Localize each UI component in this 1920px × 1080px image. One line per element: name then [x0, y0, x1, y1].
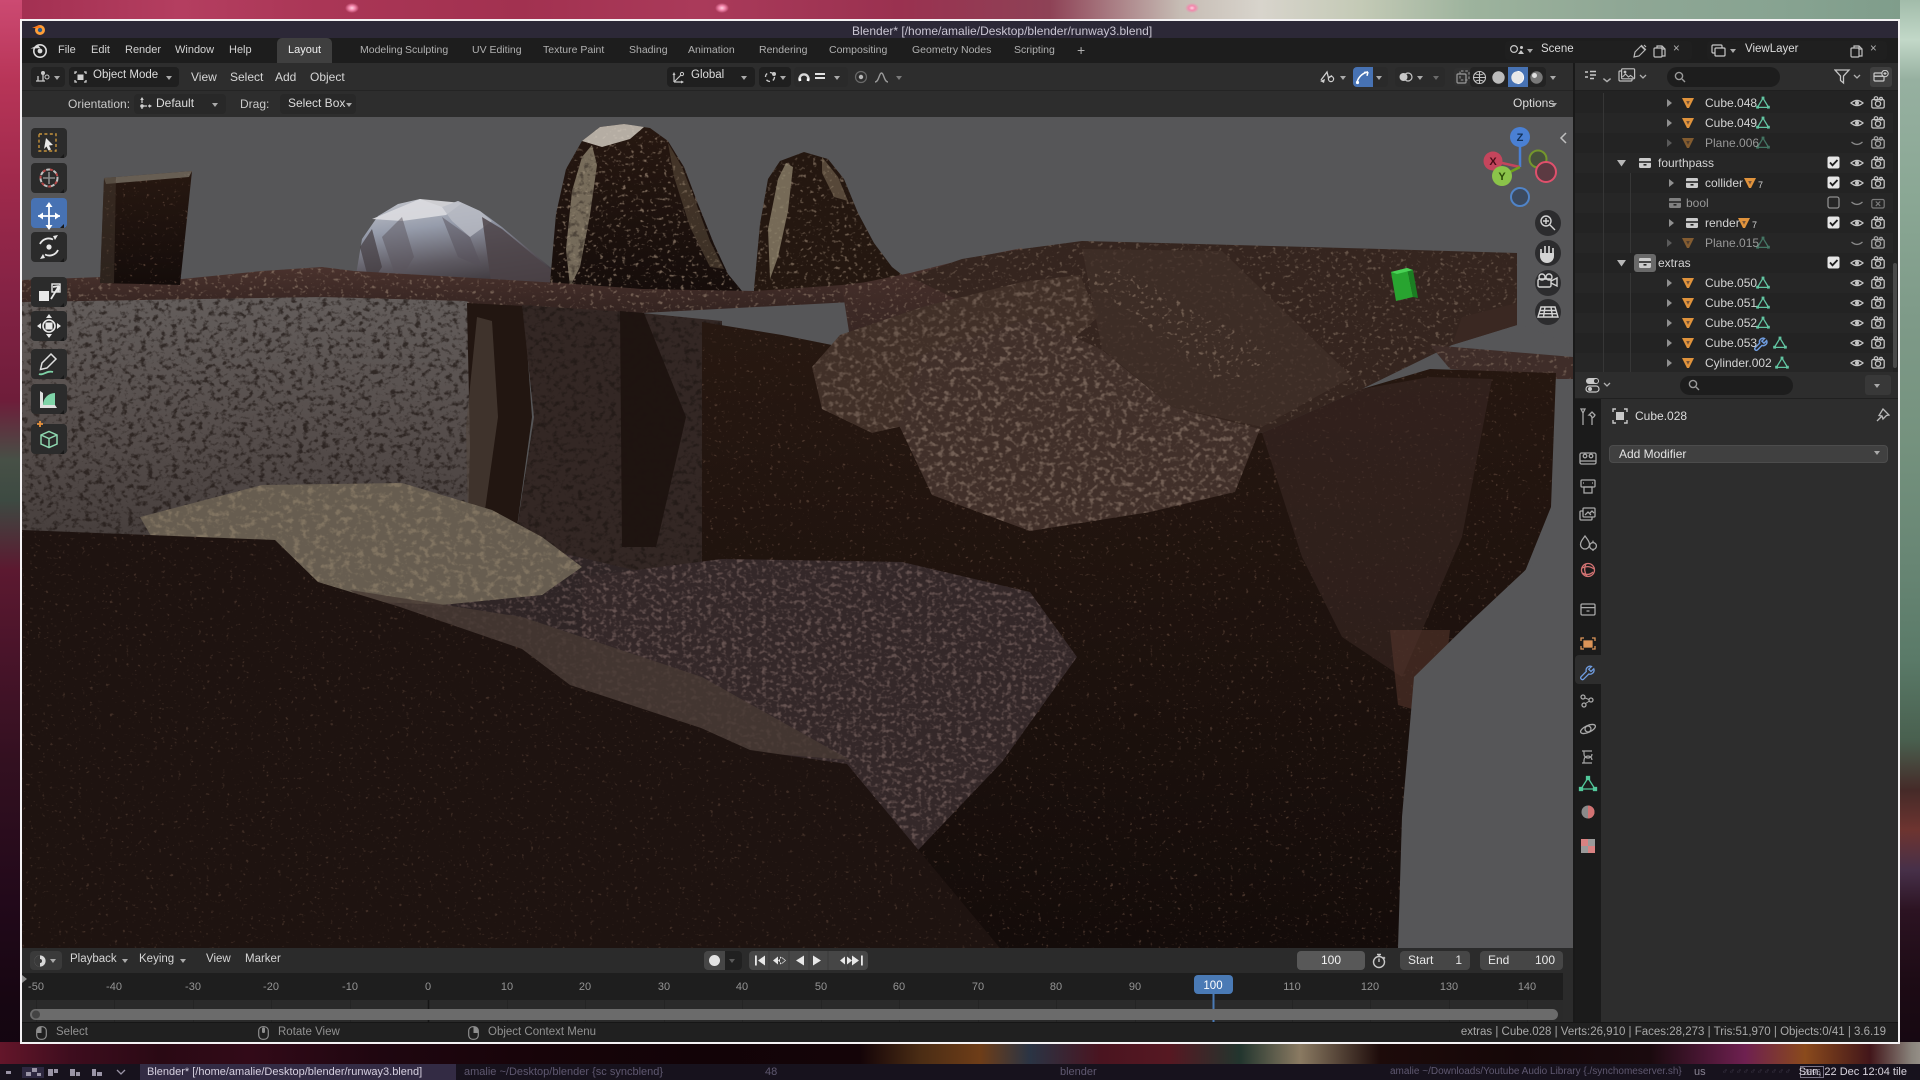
svg-text:80: 80	[1050, 981, 1062, 993]
svg-text:130: 130	[1440, 981, 1458, 993]
svg-text:110: 110	[1283, 981, 1301, 993]
svg-text:10: 10	[501, 981, 513, 993]
svg-text:-10: -10	[342, 981, 358, 993]
svg-text:100: 100	[1203, 980, 1222, 992]
svg-text:-20: -20	[263, 981, 279, 993]
svg-text:120: 120	[1361, 981, 1379, 993]
svg-text:Y: Y	[1498, 171, 1506, 183]
svg-text:90: 90	[1129, 981, 1141, 993]
svg-text:20: 20	[579, 981, 591, 993]
svg-text:Z: Z	[1517, 132, 1524, 144]
svg-text:-40: -40	[106, 981, 122, 993]
svg-text:30: 30	[658, 981, 670, 993]
svg-text:-30: -30	[185, 981, 201, 993]
svg-text:50: 50	[815, 981, 827, 993]
svg-text:140: 140	[1518, 981, 1536, 993]
svg-text:-50: -50	[28, 981, 44, 993]
svg-text:70: 70	[972, 981, 984, 993]
svg-text:60: 60	[893, 981, 905, 993]
svg-text:X: X	[1489, 156, 1497, 168]
svg-text:40: 40	[736, 981, 748, 993]
svg-text:0: 0	[425, 981, 431, 993]
